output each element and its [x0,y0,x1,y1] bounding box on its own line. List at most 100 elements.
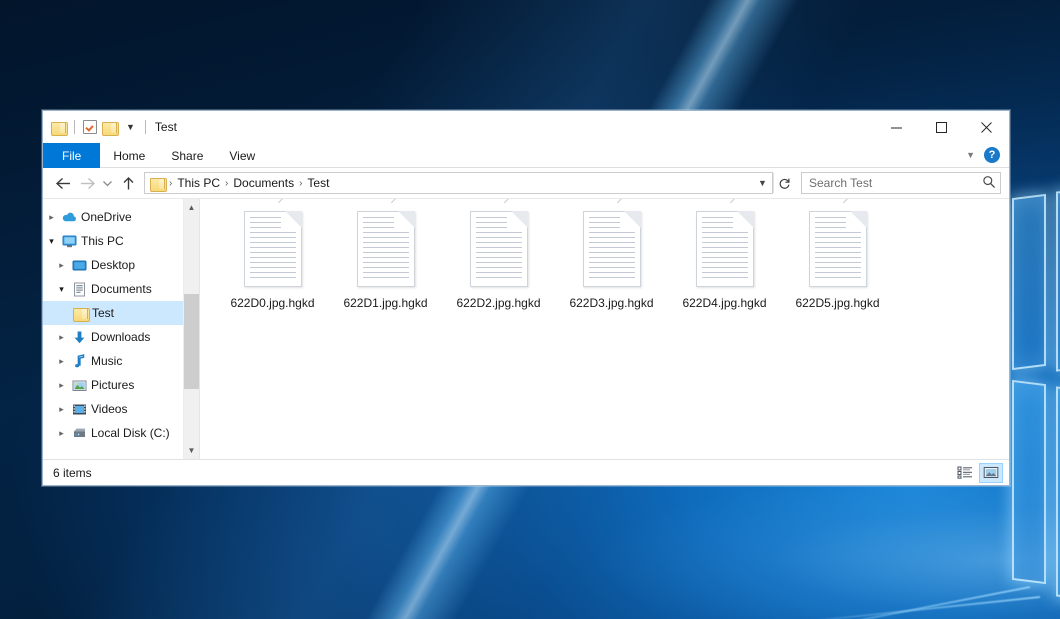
quick-access-toolbar: ▼ [51,120,149,134]
title-bar: ▼ Test [43,111,1009,143]
file-explorer-window: ▼ Test File Home Share View [42,110,1010,486]
up-button[interactable] [116,171,140,195]
file-name-label: 622D5.jpg.hgkd [795,296,879,310]
file-name-label: 622D2.jpg.hgkd [456,296,540,310]
tab-share[interactable]: Share [158,143,216,168]
chevron-down-icon[interactable]: ▼ [753,178,772,188]
file-item[interactable]: 622D0.jpg.hgkd [216,207,329,329]
sidebar-item-label: OneDrive [81,210,132,224]
sidebar-item-label: Documents [91,282,152,296]
file-item[interactable]: 622D5.jpg.hgkd [781,207,894,329]
chevron-right-icon[interactable]: ▸ [53,332,70,343]
downloads-arrow-icon [70,330,88,345]
maximize-button[interactable] [919,111,964,143]
chevron-down-icon[interactable]: ▾ [53,284,70,295]
generic-document-icon [809,211,867,287]
search-box[interactable] [801,172,1001,194]
navigation-tree: ▸ OneDrive ▾ [43,199,183,459]
sidebar-item-onedrive[interactable]: ▸ OneDrive [43,205,183,229]
scrollbar-thumb[interactable] [184,294,200,389]
ribbon-right-controls: ▼ ? [966,143,1009,167]
tab-view[interactable]: View [216,143,268,168]
windows-logo-pane-bottom-left [1012,380,1046,584]
tab-home[interactable]: Home [100,143,158,168]
close-button[interactable] [964,111,1009,143]
file-item[interactable]: 622D4.jpg.hgkd [668,207,781,329]
chevron-right-icon[interactable]: ▸ [53,260,70,271]
scroll-up-arrow-icon[interactable]: ▲ [184,199,200,216]
sidebar-item-test[interactable]: Test [43,301,183,325]
chevron-right-icon[interactable]: ▸ [53,380,70,391]
chevron-down-icon[interactable]: ▾ [43,236,60,247]
sidebar-item-label: Test [92,306,114,320]
breadcrumb-test[interactable]: Test [303,176,333,190]
navigation-pane: ▸ OneDrive ▾ [43,199,199,459]
help-icon[interactable]: ? [984,147,1000,163]
music-note-icon [70,354,88,369]
breadcrumb-this-pc[interactable]: This PC [173,176,224,190]
desktop-monitor-icon [70,259,88,272]
chevron-right-icon[interactable]: ▸ [53,428,70,439]
sidebar-item-label: Desktop [91,258,135,272]
sidebar-item-pictures[interactable]: ▸ Pictures [43,373,183,397]
windows-logo-pane-top-right [1056,180,1060,371]
chevron-down-icon[interactable]: ▼ [124,123,137,132]
sidebar-scrollbar[interactable]: ▲ ▼ [183,199,199,459]
view-mode-buttons [953,463,1003,483]
back-button[interactable] [51,171,75,195]
generic-document-icon [696,211,754,287]
scrollbar-track[interactable] [184,216,200,442]
window-title: Test [155,120,177,134]
sidebar-item-this-pc[interactable]: ▾ This PC [43,229,183,253]
generic-document-icon [470,211,528,287]
breadcrumb-documents[interactable]: Documents [229,176,298,190]
videos-film-icon [70,403,88,416]
folder-icon [71,307,89,320]
address-breadcrumb-bar[interactable]: › This PC › Documents › Test ▼ [144,172,773,194]
sidebar-item-label: This PC [81,234,124,248]
new-folder-icon[interactable] [102,121,117,134]
file-name-label: 622D0.jpg.hgkd [230,296,314,310]
tab-file[interactable]: File [43,143,100,168]
toolbar-divider [145,120,146,134]
recent-locations-button[interactable] [99,171,116,195]
scroll-down-arrow-icon[interactable]: ▼ [184,442,200,459]
windows-logo-pane-top-left [1012,194,1046,370]
file-item[interactable]: 622D1.jpg.hgkd [329,207,442,329]
large-icons-view-button[interactable] [979,463,1003,483]
sidebar-item-documents[interactable]: ▾ Documents [43,277,183,301]
search-input[interactable] [809,176,982,190]
refresh-button[interactable] [773,173,795,193]
file-item[interactable]: 622D2.jpg.hgkd [442,207,555,329]
chevron-right-icon[interactable]: ▸ [53,404,70,415]
search-icon[interactable] [982,175,996,192]
folder-icon[interactable] [51,121,66,134]
details-view-button[interactable] [953,463,977,483]
hard-disk-icon [70,427,88,440]
file-list-view[interactable]: 622D0.jpg.hgkd 622D1.jpg.hgkd 622D2.jpg.… [199,199,1009,459]
forward-button[interactable] [75,171,99,195]
window-controls [874,111,1009,143]
ribbon-tab-strip: File Home Share View ▼ ? [43,143,1009,168]
chevron-right-icon[interactable]: ▸ [53,356,70,367]
file-item[interactable]: 622D3.jpg.hgkd [555,207,668,329]
monitor-icon [60,235,78,248]
chevron-down-icon[interactable]: ▼ [966,150,975,160]
sidebar-item-music[interactable]: ▸ Music [43,349,183,373]
sidebar-item-label: Pictures [91,378,134,392]
sidebar-item-label: Videos [91,402,127,416]
sidebar-item-videos[interactable]: ▸ [43,397,183,421]
toolbar-divider [74,120,75,134]
wallpaper-glow [600,470,1060,619]
properties-icon[interactable] [83,120,97,134]
sidebar-item-local-disk-c[interactable]: ▸ Local Disk (C:) [43,421,183,445]
generic-document-icon [244,211,302,287]
minimize-button[interactable] [874,111,919,143]
explorer-body: ▸ OneDrive ▾ [43,198,1009,459]
chevron-right-icon[interactable]: ▸ [43,212,60,223]
sidebar-item-downloads[interactable]: ▸ Downloads [43,325,183,349]
sidebar-item-desktop[interactable]: ▸ Desktop [43,253,183,277]
generic-document-icon [583,211,641,287]
documents-icon [70,282,88,297]
windows-logo-pane-bottom-right [1056,386,1060,607]
